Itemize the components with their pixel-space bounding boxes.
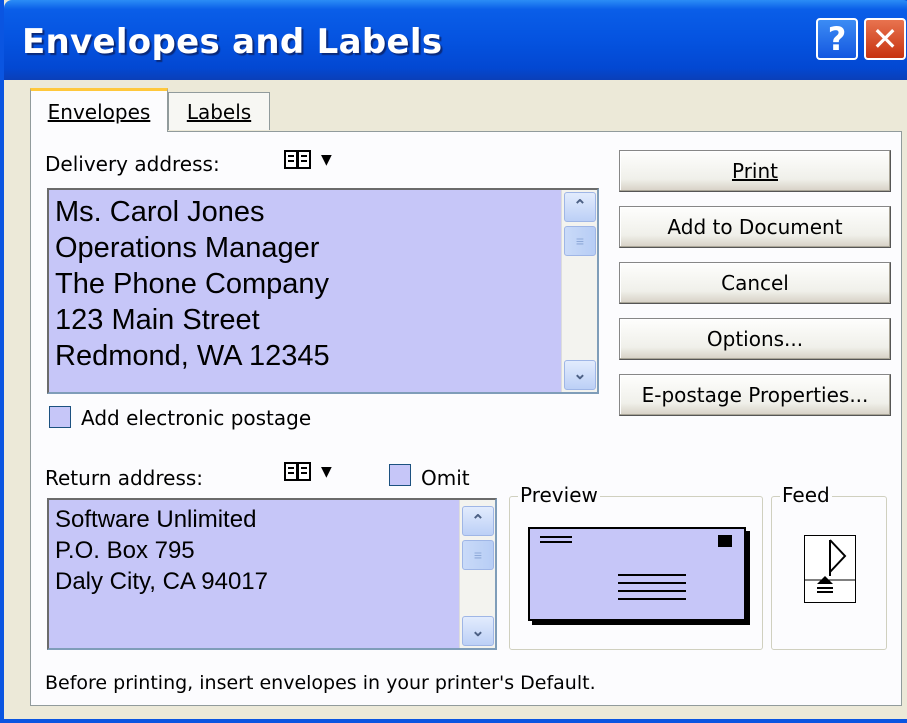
scroll-thumb[interactable]: ≡	[462, 540, 494, 570]
grip-icon: ≡	[575, 233, 585, 249]
feed-label: Feed	[780, 483, 832, 507]
dropdown-caret-icon: ▼	[321, 464, 332, 480]
print-button-label: Print	[731, 159, 778, 183]
return-address-label: Return address:	[45, 466, 204, 490]
omit-checkbox[interactable]	[389, 464, 411, 486]
address-line: Ms. Carol Jones	[55, 196, 265, 228]
preview-group[interactable]: Preview	[509, 483, 763, 650]
return-address-book-button[interactable]: ▼	[283, 460, 332, 484]
dialog-body: Envelopes Labels Delivery address: ▼ Ms.…	[8, 80, 907, 719]
chevron-down-icon: ⌄	[573, 366, 587, 383]
delivery-address-field[interactable]: Ms. Carol Jones Operations Manager The P…	[47, 188, 599, 394]
return-scrollbar[interactable]: ⌃ ≡ ⌄	[459, 500, 495, 648]
dropdown-caret-icon: ▼	[321, 152, 332, 168]
feed-group[interactable]: Feed	[771, 483, 887, 650]
return-address-field[interactable]: Software Unlimited P.O. Box 795 Daly Cit…	[47, 498, 497, 650]
options-button[interactable]: Options...	[619, 318, 891, 360]
scroll-down-button[interactable]: ⌄	[462, 616, 494, 646]
address-line: Redmond, WA 12345	[55, 340, 330, 372]
tab-envelopes[interactable]: Envelopes	[30, 88, 168, 132]
tab-labels[interactable]: Labels	[168, 92, 270, 130]
electronic-postage-label: Add electronic postage	[81, 406, 312, 430]
envelopes-panel: Delivery address: ▼ Ms. Carol Jones Oper…	[30, 131, 902, 706]
address-line: 123 Main Street	[55, 304, 260, 336]
add-to-document-button[interactable]: Add to Document	[619, 206, 891, 248]
scroll-up-button[interactable]: ⌃	[564, 192, 596, 222]
epostage-label: E-postage Properties...	[641, 383, 869, 407]
chevron-up-icon: ⌃	[471, 512, 485, 530]
title-bar[interactable]: Envelopes and Labels ? ✕	[4, 0, 907, 80]
address-line: Daly City, CA 94017	[55, 568, 268, 595]
electronic-postage-checkbox[interactable]	[49, 406, 71, 428]
help-button[interactable]: ?	[816, 18, 858, 60]
help-icon: ?	[827, 20, 847, 58]
window-title: Envelopes and Labels	[22, 22, 443, 62]
address-line: P.O. Box 795	[55, 537, 195, 564]
cancel-button[interactable]: Cancel	[619, 262, 891, 304]
scroll-down-button[interactable]: ⌄	[564, 360, 596, 390]
scroll-thumb[interactable]: ≡	[564, 226, 596, 256]
delivery-address-book-button[interactable]: ▼	[283, 148, 332, 172]
delivery-address-label: Delivery address:	[45, 152, 220, 176]
epostage-properties-button[interactable]: E-postage Properties...	[619, 374, 891, 416]
address-book-icon	[284, 462, 311, 481]
grip-icon: ≡	[473, 546, 483, 563]
scroll-up-button[interactable]: ⌃	[462, 506, 494, 536]
address-book-icon	[284, 150, 311, 169]
address-line: Software Unlimited	[55, 506, 257, 533]
close-icon: ✕	[871, 20, 899, 58]
envelope-preview-icon	[528, 527, 746, 621]
tab-labels-label: Labels	[186, 99, 252, 124]
cancel-label: Cancel	[721, 271, 789, 295]
chevron-down-icon: ⌄	[471, 622, 485, 640]
status-text: Before printing, insert envelopes in you…	[45, 672, 596, 694]
delivery-scrollbar[interactable]: ⌃ ≡ ⌄	[561, 190, 597, 392]
envelopes-labels-dialog: Envelopes and Labels ? ✕ Envelopes Label…	[0, 0, 907, 723]
printer-feed-icon	[804, 535, 856, 603]
print-button[interactable]: Print	[619, 150, 891, 192]
tab-envelopes-label: Envelopes	[47, 99, 151, 124]
omit-label: Omit	[421, 466, 470, 490]
chevron-up-icon: ⌃	[573, 198, 587, 215]
add-to-document-label: Add to Document	[667, 215, 843, 239]
address-line: Operations Manager	[55, 232, 320, 264]
address-line: The Phone Company	[55, 268, 330, 300]
options-label: Options...	[706, 327, 804, 351]
preview-label: Preview	[518, 483, 600, 507]
close-button[interactable]: ✕	[864, 18, 906, 60]
